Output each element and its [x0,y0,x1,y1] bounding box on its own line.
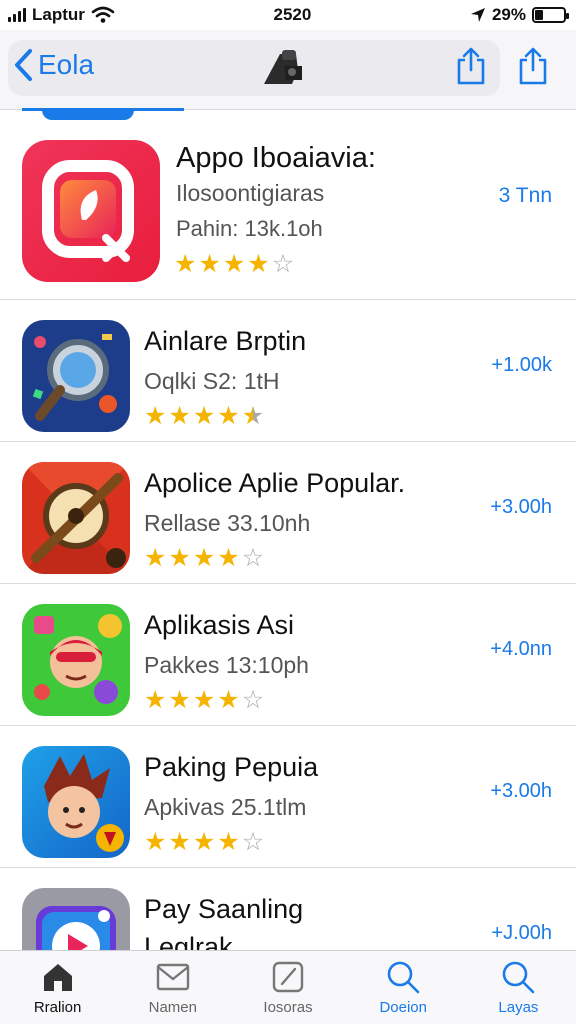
star-empty-icon: ☆ [271,250,295,278]
tab-search[interactable]: Doeion [346,951,461,1024]
rating-stars: ★ ★ ★ ★ ☆ [144,546,264,571]
status-time: 2520 [273,5,312,24]
app-subtitle: Ilosoontigiaras [176,180,325,206]
share-icon [519,47,547,85]
back-label: Eola [38,49,95,80]
app-title: Pay Saanling [144,894,304,924]
app-meta[interactable]: +J.00h [491,922,552,945]
character-app-icon [22,746,130,858]
app-meta[interactable]: +3.00h [490,496,552,519]
star-filled-icon: ★ [144,686,167,714]
battery-percent: 29% [491,5,526,24]
rating-stars: ★ ★ ★ ★ ★ [144,404,264,429]
search-icon [503,961,535,994]
signal-icon [8,8,26,22]
share-button-2[interactable] [516,46,550,86]
star-filled-icon: ★ [144,828,167,856]
photo-app-icon [22,140,160,282]
back-button[interactable]: Eola [12,48,94,82]
app-logo-icon [264,50,302,84]
star-filled-icon: ★ [192,544,216,572]
app-meta[interactable]: +4.0nn [490,638,552,661]
wifi-icon [91,6,115,23]
app-subtitle: Pakkes 13:10ph [144,652,309,678]
app-title: Ainlare Brptin [144,326,307,356]
tab-home[interactable]: Rralion [0,951,115,1024]
star-filled-icon: ★ [198,250,221,278]
app-row[interactable]: Appo Iboaiavia: Ilosoontigiaras Pahin: 1… [0,120,576,300]
app-meta[interactable]: 3 Tnn [499,184,552,208]
home-icon [43,964,72,991]
magnifier-app-icon [22,320,130,432]
battery-icon [532,7,569,23]
tab-label: Layas [498,999,539,1016]
app-meta[interactable]: +1.00k [491,354,552,377]
segment-indicator [22,108,184,120]
mail-icon [156,963,189,991]
app-title: Appo Iboaiavia: [176,142,376,174]
star-empty-icon: ☆ [241,544,265,572]
tab-bar: Rralion Namen Iosoras Doeion Layas [0,950,576,1024]
compass-app-icon [22,462,130,574]
star-empty-icon: ☆ [241,828,265,856]
search-icon [387,961,420,994]
edit-icon [272,961,304,993]
app-row[interactable]: Ainlare Brptin Oqlki S2: 1tH ★ ★ ★ ★ ★ +1.00… [0,300,576,442]
app-subtitle-secondary: Pahin: 13k.1oh [176,216,323,241]
rating-stars: ★ ★ ★ ★ ☆ [144,830,264,855]
star-filled-icon: ★ [174,250,197,278]
tab-label: Rralion [33,999,82,1016]
tab-label: Doeion [379,999,427,1016]
app-subtitle: Apkivas 25.1tlm [144,794,307,820]
star-filled-icon: ★ [192,686,216,714]
tab-label: Iosoras [263,999,313,1016]
star-empty-icon: ☆ [241,686,265,714]
app-row[interactable]: Paking Pepuia Apkivas 25.1tlm ★ ★ ★ ★ ☆ +3.0… [0,726,576,868]
app-list: Appo Iboaiavia: Ilosoontigiaras Pahin: 1… [0,120,576,950]
star-filled-icon: ★ [168,402,191,430]
status-bar: Laptur 2520 29% [0,0,576,30]
share-button-1[interactable] [454,46,488,86]
app-row[interactable]: Aplikasis Asi Pakkes 13:10ph ★ ★ ★ ★ ☆ +4.0n… [0,584,576,726]
share-icon [457,47,485,85]
location-arrow-icon [470,8,485,22]
star-filled-icon: ★ [168,686,191,714]
status-left: Laptur [8,5,115,25]
star-filled-icon: ★ [217,402,240,430]
hero-app-icon [22,604,130,716]
app-subtitle: Rellase 33.10nh [144,510,311,536]
star-filled-icon: ★ [144,402,167,430]
status-right: 29% [470,5,569,25]
app-title: Aplikasis Asi [144,610,295,640]
star-filled-icon: ★ [168,544,191,572]
nav-bar: Eola [0,30,576,110]
app-title: Paking Pepuia [144,752,319,782]
tab-mail[interactable]: Namen [115,951,230,1024]
rating-stars: ★ ★ ★ ★ ☆ [174,252,294,277]
star-half-icon: ★ [241,402,265,430]
video-app-icon [22,888,130,950]
star-filled-icon: ★ [144,544,167,572]
carrier-label: Laptur [32,5,85,24]
star-filled-icon: ★ [217,828,240,856]
app-title-line2: Leglrak [144,932,233,950]
app-row[interactable]: Apolice Aplie Popular. Rellase 33.10nh ★… [0,442,576,584]
star-filled-icon: ★ [222,250,246,278]
app-meta[interactable]: +3.00h [490,780,552,803]
app-subtitle: Oqlki S2: 1tH [144,368,280,394]
tab-label: Namen [148,999,197,1016]
tab-search-2[interactable]: Layas [461,951,576,1024]
app-row[interactable]: Pay Saanling Leglrak +J.00h [0,868,576,950]
app-title: Apolice Aplie Popular. [144,468,406,498]
star-filled-icon: ★ [168,828,191,856]
star-filled-icon: ★ [192,828,216,856]
tab-edit[interactable]: Iosoras [230,951,345,1024]
chevron-left-icon [15,49,32,81]
star-filled-icon: ★ [192,402,216,430]
star-filled-icon: ★ [247,250,270,278]
star-filled-icon: ★ [217,544,240,572]
rating-stars: ★ ★ ★ ★ ☆ [144,688,264,713]
star-filled-icon: ★ [217,686,240,714]
